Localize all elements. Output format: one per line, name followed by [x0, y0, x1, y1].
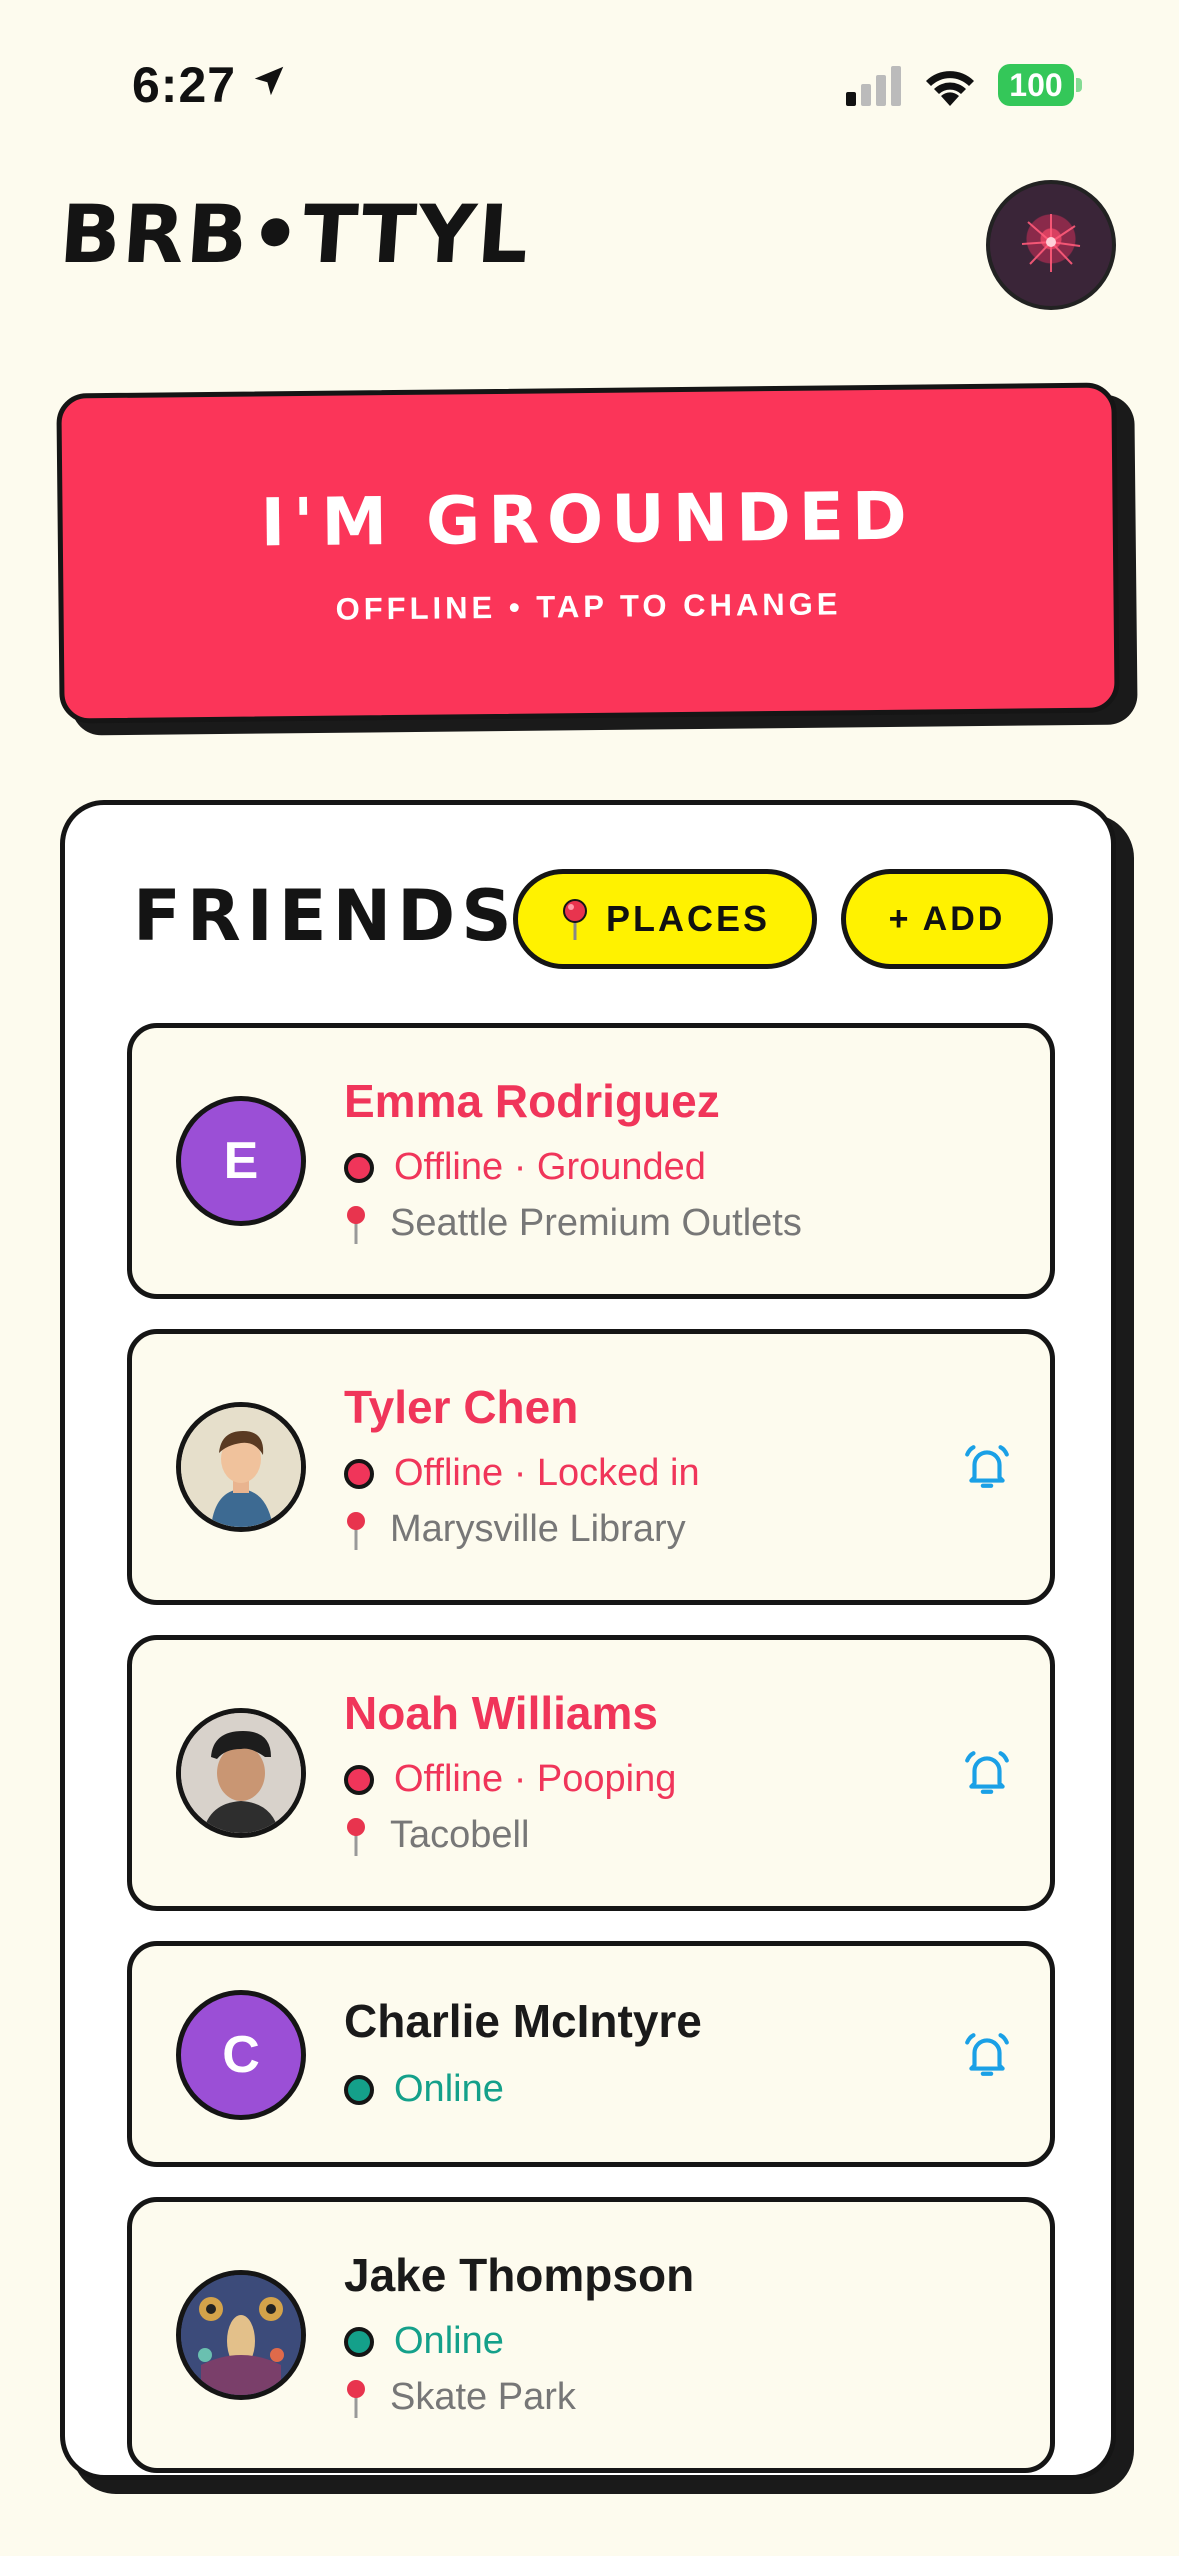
- friend-status: Offline · Locked in: [344, 1452, 700, 1495]
- map-pin-icon: [347, 2379, 365, 2418]
- location-arrow-icon: [254, 66, 284, 96]
- map-pin-icon: [347, 1205, 365, 1244]
- friend-name: Jake Thompson: [344, 2249, 695, 2301]
- friend-location: Marysville Library: [344, 1508, 686, 1551]
- map-pin-icon: [562, 899, 587, 940]
- friends-title: FRIENDS: [133, 875, 518, 957]
- wifi-icon: [926, 71, 974, 106]
- friend-card[interactable]: C Charlie McIntyre Online: [127, 1941, 1055, 2167]
- friend-status-text: Online: [394, 2068, 504, 2110]
- status-bar: 6:27 100: [0, 0, 1179, 170]
- friend-location-text: Marysville Library: [390, 1508, 686, 1550]
- bell-icon[interactable]: [962, 1442, 1012, 1492]
- friend-location-text: Skate Park: [390, 2376, 576, 2418]
- avatar: [176, 1402, 306, 1532]
- profile-avatar[interactable]: [986, 180, 1116, 310]
- battery-tip: [1076, 78, 1082, 92]
- friend-status: Offline · Grounded: [344, 1146, 706, 1189]
- status-dot: [344, 1458, 374, 1489]
- cellular-signal-icon: [846, 66, 901, 106]
- places-label: PLACES: [605, 898, 771, 939]
- friend-location-text: Seattle Premium Outlets: [390, 1202, 802, 1244]
- avatar-illustration: [181, 1407, 301, 1527]
- status-toggle-card[interactable]: I'M GROUNDED OFFLINE • TAP TO CHANGE: [56, 382, 1120, 724]
- avatar: E: [176, 1096, 306, 1226]
- avatar: [176, 2270, 306, 2400]
- friend-card[interactable]: Tyler Chen Offline · Locked in Marysvill…: [127, 1329, 1055, 1605]
- map-pin-icon: [347, 1511, 365, 1550]
- friend-name: Noah Williams: [344, 1687, 658, 1739]
- friend-status: Online: [344, 2068, 504, 2111]
- friend-location-text: Tacobell: [390, 1814, 530, 1856]
- avatar-art: [181, 2275, 301, 2395]
- status-card-title: I'M GROUNDED: [260, 477, 916, 562]
- friend-status-text: Online: [394, 2320, 504, 2362]
- avatar: C: [176, 1990, 306, 2120]
- friends-panel: FRIENDS PLACES + ADD E Emma Rodriguez Of…: [60, 800, 1116, 2480]
- battery-icon: 100: [998, 64, 1074, 106]
- friend-location: Skate Park: [344, 2376, 576, 2419]
- status-dot: [344, 1764, 374, 1795]
- friend-card[interactable]: E Emma Rodriguez Offline · Grounded Seat…: [127, 1023, 1055, 1299]
- friend-status-text: Offline · Grounded: [394, 1146, 706, 1188]
- fireworks-icon: [1021, 214, 1081, 272]
- status-time: 6:27: [132, 57, 237, 113]
- friend-card[interactable]: Jake Thompson Online Skate Park: [127, 2197, 1055, 2473]
- friend-name: Charlie McIntyre: [344, 1995, 702, 2047]
- status-dot: [344, 2326, 374, 2357]
- friend-status: Online: [344, 2320, 504, 2363]
- status-dot: [344, 2074, 374, 2105]
- places-button[interactable]: PLACES: [513, 869, 817, 969]
- status-card-subtitle: OFFLINE • TAP TO CHANGE: [335, 586, 842, 627]
- friend-name: Emma Rodriguez: [344, 1075, 720, 1127]
- friend-card[interactable]: Noah Williams Offline · Pooping Tacobell: [127, 1635, 1055, 1911]
- friend-location: Tacobell: [344, 1814, 529, 1857]
- friend-name: Tyler Chen: [344, 1381, 579, 1433]
- map-pin-icon: [347, 1817, 365, 1856]
- bell-icon[interactable]: [962, 1748, 1012, 1798]
- add-friend-button[interactable]: + ADD: [841, 869, 1053, 969]
- status-dot: [344, 1152, 374, 1183]
- avatar: [176, 1708, 306, 1838]
- avatar-photo: [181, 1713, 301, 1833]
- bell-icon[interactable]: [962, 2030, 1012, 2080]
- friend-location: Seattle Premium Outlets: [344, 1202, 802, 1245]
- friend-status-text: Offline · Pooping: [394, 1758, 677, 1800]
- friend-status: Offline · Pooping: [344, 1758, 676, 1801]
- friend-status-text: Offline · Locked in: [394, 1452, 700, 1494]
- app-title: BRB•TTYL: [56, 188, 534, 281]
